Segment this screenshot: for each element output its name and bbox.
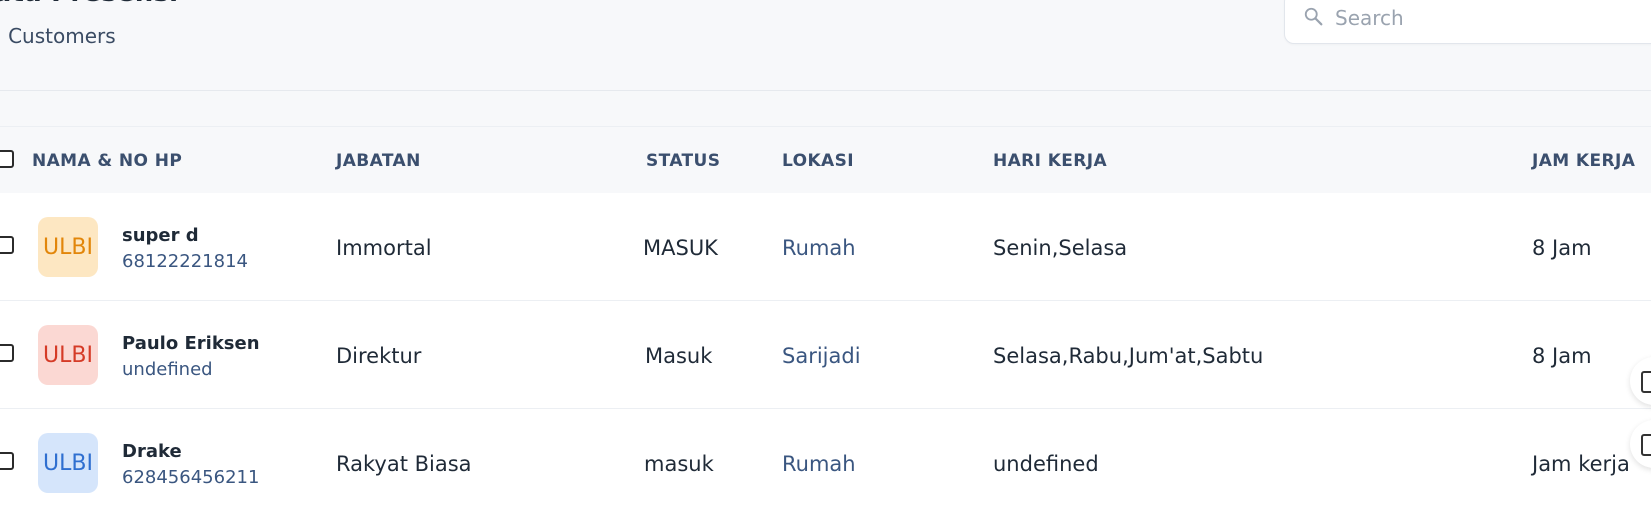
jabatan-cell: Direktur bbox=[336, 344, 422, 368]
column-header-jabatan[interactable]: JABATAN bbox=[336, 151, 421, 171]
jam-kerja-cell: Jam kerja bbox=[1532, 452, 1630, 476]
presensi-page: Data Presensi 5 Customers NAMA & NO HP J… bbox=[0, 0, 1651, 510]
jam-kerja-cell: 8 Jam bbox=[1532, 236, 1592, 260]
column-header-nama[interactable]: NAMA & NO HP bbox=[32, 151, 182, 171]
document-icon bbox=[1641, 434, 1651, 456]
row-checkbox[interactable] bbox=[0, 344, 14, 362]
avatar: ULBI bbox=[38, 433, 98, 493]
employee-phone: undefined bbox=[122, 359, 213, 380]
row-checkbox[interactable] bbox=[0, 236, 14, 254]
document-icon bbox=[1641, 371, 1651, 393]
avatar: ULBI bbox=[38, 325, 98, 385]
employee-name: Paulo Eriksen bbox=[122, 333, 260, 354]
search-box[interactable] bbox=[1284, 0, 1651, 44]
avatar: ULBI bbox=[38, 217, 98, 277]
jabatan-cell: Immortal bbox=[336, 236, 432, 260]
jam-kerja-cell: 8 Jam bbox=[1532, 344, 1592, 368]
column-header-lokasi[interactable]: LOKASI bbox=[782, 151, 854, 171]
employee-name: Drake bbox=[122, 441, 182, 462]
column-header-jam-kerja[interactable]: JAM KERJA bbox=[1532, 151, 1635, 171]
page-title: Data Presensi bbox=[0, 0, 178, 8]
table-row[interactable]: ULBI Drake 628456456211 Rakyat Biasa mas… bbox=[0, 409, 1651, 510]
jabatan-cell: Rakyat Biasa bbox=[336, 452, 472, 476]
page-header: Data Presensi 5 Customers bbox=[0, 0, 1651, 91]
column-header-status[interactable]: STATUS bbox=[646, 151, 720, 171]
row-checkbox[interactable] bbox=[0, 452, 14, 470]
hari-kerja-cell: Selasa,Rabu,Jum'at,Sabtu bbox=[993, 344, 1264, 368]
lokasi-cell: Rumah bbox=[782, 452, 856, 476]
table-row[interactable]: ULBI Paulo Eriksen undefined Direktur Ma… bbox=[0, 301, 1651, 409]
hari-kerja-cell: undefined bbox=[993, 452, 1099, 476]
search-input[interactable] bbox=[1333, 3, 1651, 33]
customer-count: 5 Customers bbox=[0, 24, 116, 48]
lokasi-cell: Rumah bbox=[782, 236, 856, 260]
table-row[interactable]: ULBI super d 68122221814 Immortal MASUK … bbox=[0, 193, 1651, 301]
status-cell: MASUK bbox=[643, 236, 718, 260]
column-header-hari-kerja[interactable]: HARI KERJA bbox=[993, 151, 1107, 171]
status-cell: masuk bbox=[644, 452, 714, 476]
lokasi-cell: Sarijadi bbox=[782, 344, 861, 368]
employee-phone: 628456456211 bbox=[122, 467, 260, 488]
table-header: NAMA & NO HP JABATAN STATUS LOKASI HARI … bbox=[0, 126, 1651, 194]
status-cell: Masuk bbox=[645, 344, 713, 368]
presensi-table: NAMA & NO HP JABATAN STATUS LOKASI HARI … bbox=[0, 126, 1651, 510]
employee-name: super d bbox=[122, 225, 199, 246]
select-all-checkbox[interactable] bbox=[0, 150, 14, 168]
employee-phone: 68122221814 bbox=[122, 251, 248, 272]
hari-kerja-cell: Senin,Selasa bbox=[993, 236, 1128, 260]
search-icon bbox=[1304, 7, 1323, 26]
